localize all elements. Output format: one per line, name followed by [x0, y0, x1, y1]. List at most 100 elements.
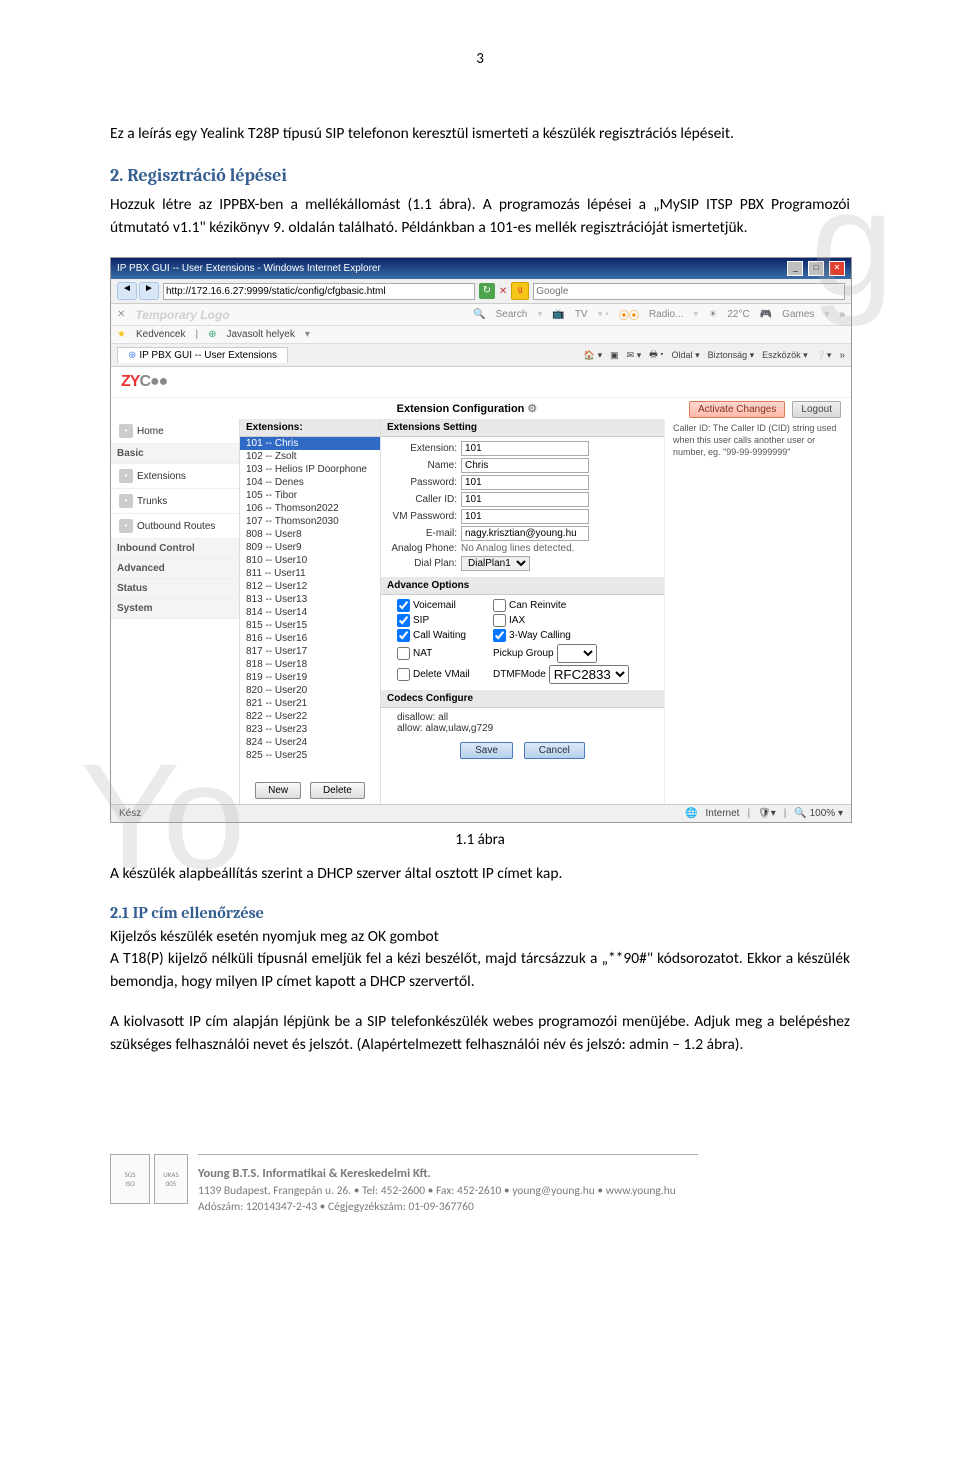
status-ready: Kész [119, 808, 141, 819]
extension-item[interactable]: 810 -- User10 [240, 554, 380, 567]
refresh-button[interactable]: ↻ [479, 283, 495, 299]
new-button[interactable]: New [255, 782, 301, 799]
extension-item[interactable]: 101 -- Chris [240, 437, 380, 450]
extension-form: Extensions Setting Extension: Name: Pass… [381, 419, 664, 804]
search-input[interactable] [533, 283, 845, 300]
out-icon: • [119, 519, 133, 533]
vmpassword-input[interactable] [461, 509, 589, 524]
canreinvite-checkbox[interactable] [493, 599, 506, 612]
extension-item[interactable]: 822 -- User22 [240, 710, 380, 723]
extension-item[interactable]: 104 -- Denes [240, 476, 380, 489]
extension-item[interactable]: 815 -- User15 [240, 619, 380, 632]
minimize-button[interactable]: _ [787, 261, 803, 276]
sidebar-item-system: System [111, 599, 239, 619]
sidebar-item-outbound-routes[interactable]: •Outbound Routes [111, 514, 239, 539]
extension-item[interactable]: 825 -- User25 [240, 749, 380, 762]
url-input[interactable] [163, 283, 475, 300]
logout-button[interactable]: Logout [792, 401, 841, 418]
email-input[interactable] [461, 526, 589, 541]
callwaiting-checkbox[interactable] [397, 629, 410, 642]
deletevmail-checkbox[interactable] [397, 668, 410, 681]
activate-changes-button[interactable]: Activate Changes [689, 401, 785, 418]
extension-item[interactable]: 105 -- Tibor [240, 489, 380, 502]
extension-item[interactable]: 824 -- User24 [240, 736, 380, 749]
sidebar-item-trunks[interactable]: •Trunks [111, 489, 239, 514]
nav-sidebar: •HomeBasic•Extensions•Trunks•Outbound Ro… [111, 419, 240, 804]
extension-item[interactable]: 821 -- User21 [240, 697, 380, 710]
footer-address: 1139 Budapest, Frangepán u. 26. • Tel: 4… [198, 1183, 698, 1199]
sidebar-item-home[interactable]: •Home [111, 419, 239, 444]
toolbar-tv[interactable]: TV [575, 309, 588, 320]
zoom-level[interactable]: 🔍 100% ▾ [794, 808, 843, 819]
favorites-icon[interactable]: ★ [117, 329, 126, 340]
extension-input[interactable] [461, 441, 589, 456]
tools-menu[interactable]: Eszközök ▾ [762, 350, 808, 361]
extensions-list-panel: Extensions: 101 -- Chris102 -- Zsolt103 … [240, 419, 381, 804]
suggested-sites[interactable]: Javasolt helyek [226, 329, 294, 340]
extension-item[interactable]: 811 -- User11 [240, 567, 380, 580]
close-button[interactable]: ✕ [829, 261, 845, 276]
callerid-input[interactable] [461, 492, 589, 507]
print-icon[interactable]: 🖶 ▾ [649, 347, 663, 363]
ukas-badge: UKAS005 [154, 1154, 188, 1204]
sgs-badge: SGSISO [110, 1154, 150, 1204]
maximize-button[interactable]: □ [808, 261, 824, 276]
extension-item[interactable]: 106 -- Thomson2022 [240, 502, 380, 515]
extension-item[interactable]: 103 -- Helios IP Doorphone [240, 463, 380, 476]
help-icon[interactable]: ❔▾ [816, 350, 832, 361]
home-icon[interactable]: 🏠 ▾ [584, 350, 602, 361]
dialplan-select[interactable]: DialPlan1 [461, 556, 530, 571]
toolbar-games[interactable]: Games [782, 309, 814, 320]
extension-item[interactable]: 813 -- User13 [240, 593, 380, 606]
internet-zone-label: Internet [706, 808, 740, 819]
browser-tab[interactable]: ⊕IP PBX GUI -- User Extensions [117, 347, 288, 363]
extension-item[interactable]: 808 -- User8 [240, 528, 380, 541]
email-label: E-mail: [387, 528, 457, 539]
extension-item[interactable]: 820 -- User20 [240, 684, 380, 697]
pickup-select[interactable] [557, 644, 597, 663]
back-button[interactable]: ◄ [117, 282, 137, 300]
extension-item[interactable]: 107 -- Thomson2030 [240, 515, 380, 528]
toolbar-search[interactable]: Search [496, 309, 528, 320]
sidebar-item-advanced: Advanced [111, 559, 239, 579]
mail-icon[interactable]: ✉ ▾ [627, 350, 642, 361]
extension-item[interactable]: 817 -- User17 [240, 645, 380, 658]
name-input[interactable] [461, 458, 589, 473]
toolbar-radio[interactable]: Radio... [649, 309, 683, 320]
page-menu[interactable]: Oldal ▾ [672, 350, 700, 361]
safety-menu[interactable]: Biztonság ▾ [708, 350, 755, 361]
extension-item[interactable]: 819 -- User19 [240, 671, 380, 684]
section-2-heading: 2. Regisztráció lépései [110, 165, 850, 186]
password-label: Password: [387, 477, 457, 488]
footer-tax: Adószám: 12014347-2-43 • Cégjegyzékszám:… [198, 1199, 698, 1215]
threeway-checkbox[interactable] [493, 629, 506, 642]
password-input[interactable] [461, 475, 589, 490]
iax-checkbox[interactable] [493, 614, 506, 627]
help-panel: Caller ID: The Caller ID (CID) string us… [664, 419, 851, 804]
section-2-1-para-b: A T18(P) kijelző nélküli típusnál emeljü… [110, 948, 850, 993]
close-icon[interactable]: ✕ [117, 309, 125, 320]
extension-item[interactable]: 818 -- User18 [240, 658, 380, 671]
extension-item[interactable]: 823 -- User23 [240, 723, 380, 736]
extension-item[interactable]: 102 -- Zsolt [240, 450, 380, 463]
extension-item[interactable]: 816 -- User16 [240, 632, 380, 645]
sidebar-item-extensions[interactable]: •Extensions [111, 464, 239, 489]
temporary-logo: Temporary Logo [135, 308, 229, 322]
sidebar-item-basic: Basic [111, 444, 239, 464]
extension-item[interactable]: 809 -- User9 [240, 541, 380, 554]
section-2-1-heading: 2.1 IP cím ellenőrzése [110, 904, 850, 922]
stop-button[interactable]: ✕ [499, 286, 507, 297]
delete-button[interactable]: Delete [310, 782, 365, 799]
extension-item[interactable]: 812 -- User12 [240, 580, 380, 593]
dtmf-select[interactable]: RFC2833 [549, 665, 629, 684]
voicemail-checkbox[interactable] [397, 599, 410, 612]
extensions-listbox[interactable]: 101 -- Chris102 -- Zsolt103 -- Helios IP… [240, 437, 380, 777]
cancel-button[interactable]: Cancel [524, 742, 585, 759]
sip-checkbox[interactable] [397, 614, 410, 627]
feeds-icon[interactable]: ▣ [610, 350, 619, 361]
favorites-label[interactable]: Kedvencek [136, 329, 185, 340]
save-button[interactable]: Save [460, 742, 513, 759]
extension-item[interactable]: 814 -- User14 [240, 606, 380, 619]
forward-button[interactable]: ► [139, 282, 159, 300]
nat-checkbox[interactable] [397, 647, 410, 660]
